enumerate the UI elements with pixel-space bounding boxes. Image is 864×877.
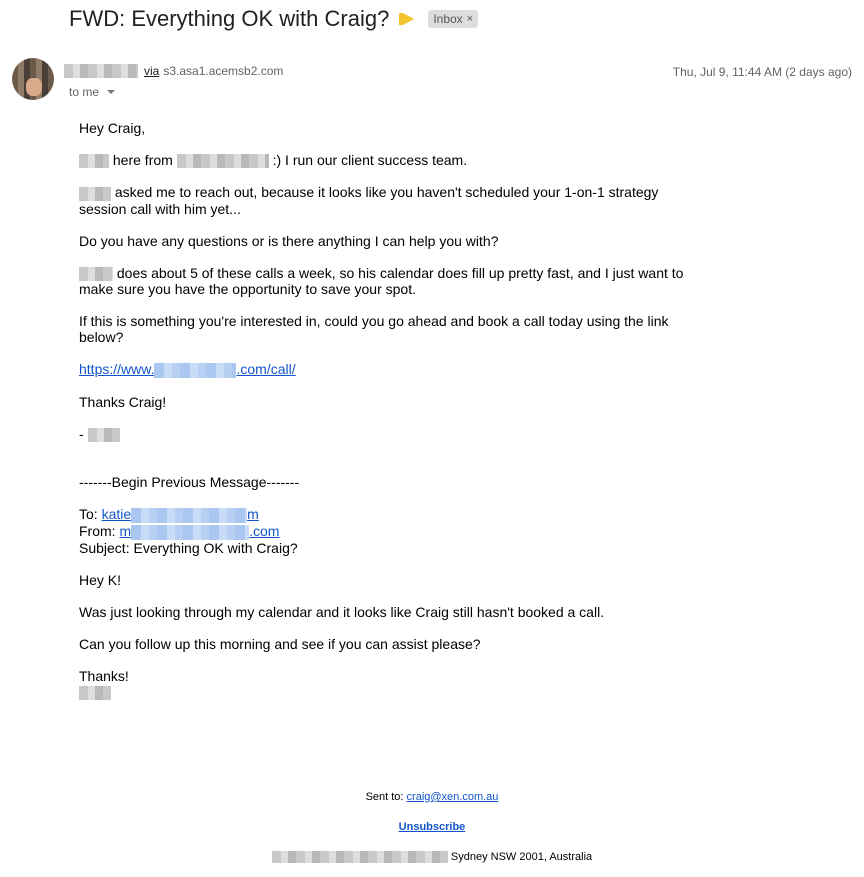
redacted-name <box>79 266 113 281</box>
to-suffix: m <box>247 505 259 522</box>
email-subject: FWD: Everything OK with Craig? <box>69 6 390 31</box>
sender-signature <box>79 684 699 700</box>
link-prefix: https://www. <box>79 360 155 377</box>
via-domain: s3.asa1.acemsb2.com <box>163 64 284 78</box>
to-email-link[interactable]: katie m <box>101 505 259 523</box>
recipient-details[interactable]: to me <box>69 85 116 99</box>
greeting: Hey Craig, <box>79 120 146 136</box>
email-header: FWD: Everything OK with Craig? Inbox × <box>69 6 479 32</box>
follow-up-paragraph: Can you follow up this morning and see i… <box>79 635 481 652</box>
unsubscribe-link[interactable]: Unsubscribe <box>399 821 466 833</box>
avatar-face <box>26 78 42 96</box>
from-label: From: <box>79 522 116 539</box>
book-call-paragraph: If this is something you're interested i… <box>79 312 669 345</box>
reach-out-text: asked me to reach out, because it looks … <box>79 184 659 217</box>
address-text: Sydney NSW 2001, Australia <box>450 851 593 863</box>
thanks-line: Thanks Craig! <box>79 393 167 410</box>
email-body: Hey Craig, here from :) I run our client… <box>79 120 699 716</box>
calls-text: does about 5 of these calls a week, so h… <box>79 264 684 297</box>
sent-to-email-link[interactable]: craig@xen.com.au <box>407 791 499 803</box>
intro-text-b: :) I run our client success team. <box>272 152 468 168</box>
call-booking-link[interactable]: https://www. .com/call/ <box>79 360 296 378</box>
calls-paragraph: does about 5 of these calls a week, so h… <box>79 265 699 297</box>
redacted-name <box>79 685 111 700</box>
recipient-label: to me <box>69 85 100 99</box>
forward-to-line: To: katie m <box>79 506 699 523</box>
from-prefix: m <box>119 522 132 539</box>
redacted-address <box>271 851 448 864</box>
remove-label-icon[interactable]: × <box>467 13 473 25</box>
signoff-dash: - <box>79 425 88 442</box>
calendar-paragraph: Was just looking through my calendar and… <box>79 603 605 620</box>
intro-text-a: here from <box>112 152 173 168</box>
footer-address: Sydney NSW 2001, Australia <box>0 851 864 864</box>
email-date: Thu, Jul 9, 11:44 AM (2 days ago) <box>672 65 852 79</box>
redacted-name <box>79 154 109 169</box>
importance-marker-icon[interactable] <box>399 13 415 25</box>
footer-sent-to: Sent to: craig@xen.com.au <box>0 791 864 803</box>
redacted-domain <box>154 362 237 378</box>
from-email-link[interactable]: m .com <box>119 522 280 540</box>
redacted-email <box>131 507 248 523</box>
signoff-line: - <box>79 426 699 442</box>
to-label: To: <box>79 505 98 522</box>
redacted-name <box>79 186 111 201</box>
hey-k-line: Hey K! <box>79 571 122 588</box>
to-prefix: katie <box>101 505 132 522</box>
sender-line: via s3.asa1.acemsb2.com <box>64 64 283 78</box>
redacted-company <box>176 154 269 169</box>
forward-subject-line: Subject: Everything OK with Craig? <box>79 539 298 556</box>
sender-name-redacted[interactable] <box>64 64 138 78</box>
redacted-name <box>87 427 120 442</box>
reach-out-paragraph: asked me to reach out, because it looks … <box>79 184 699 217</box>
sender-avatar[interactable] <box>12 58 54 100</box>
inbox-label-chip[interactable]: Inbox × <box>428 10 479 28</box>
chevron-down-icon[interactable] <box>107 90 116 94</box>
questions-paragraph: Do you have any questions or is there an… <box>79 232 499 249</box>
previous-message-header: -------Begin Previous Message------- <box>79 473 300 490</box>
intro-paragraph: here from :) I run our client success te… <box>79 152 699 169</box>
link-paragraph: https://www. .com/call/ <box>79 361 699 378</box>
thanks2-line: Thanks! <box>79 667 129 684</box>
forward-from-line: From: m .com <box>79 523 699 540</box>
from-suffix: .com <box>249 522 280 539</box>
label-name: Inbox <box>433 12 463 26</box>
footer-unsubscribe: Unsubscribe <box>0 821 864 833</box>
via-link[interactable]: via <box>144 64 159 78</box>
sent-to-label: Sent to: <box>365 791 404 803</box>
link-suffix: .com/call/ <box>236 360 296 377</box>
redacted-email <box>131 524 250 540</box>
